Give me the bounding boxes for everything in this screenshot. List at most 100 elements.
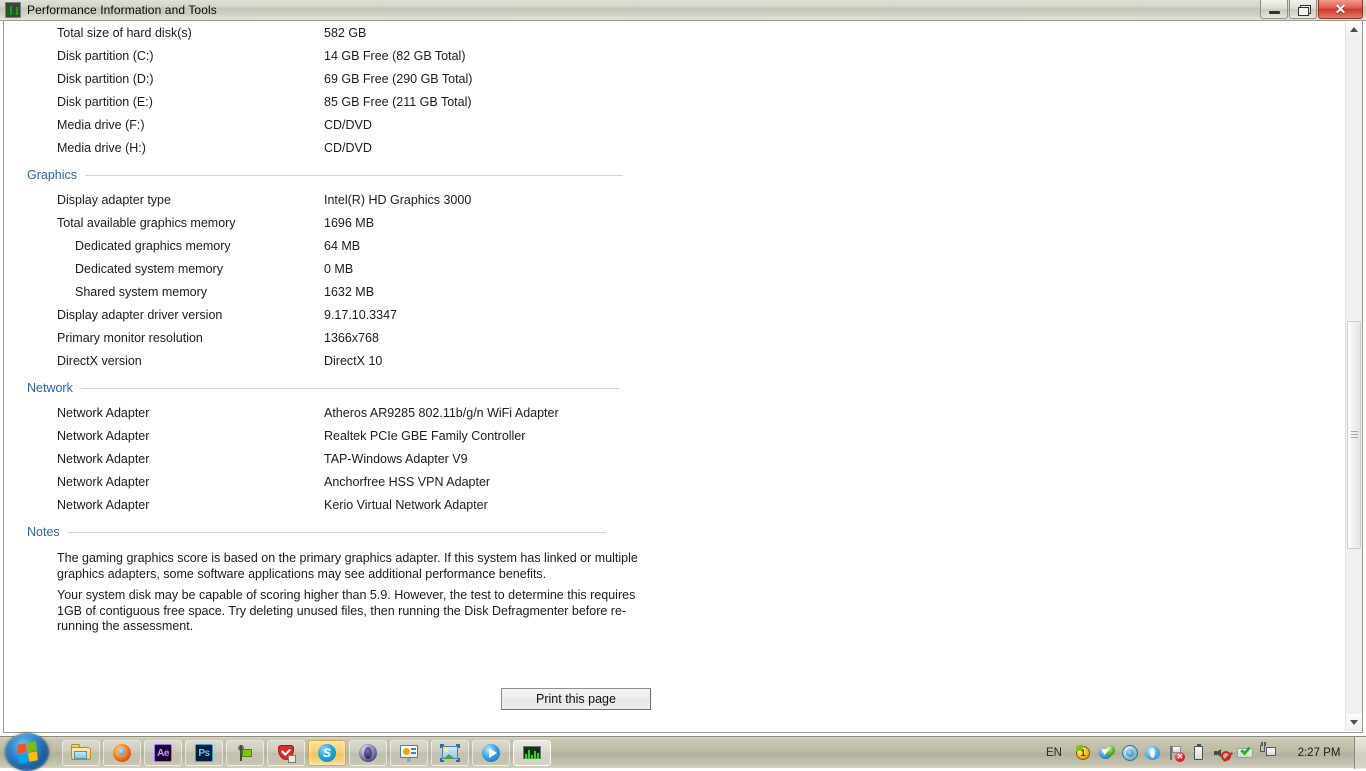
taskbar-item-windows-media-player[interactable] — [472, 740, 510, 766]
row-label: Shared system memory — [75, 284, 207, 299]
taskbar-item-presentation-app[interactable] — [390, 740, 428, 766]
restore-button[interactable] — [1289, 0, 1317, 19]
row-value: DirectX 10 — [324, 353, 383, 368]
network-rows-group: Network Adapter Atheros AR9285 802.11b/g… — [4, 401, 1345, 516]
close-button[interactable]: ✕ — [1318, 0, 1363, 19]
row-value: 1632 MB — [324, 284, 375, 299]
photoshop-icon: Ps — [194, 743, 214, 763]
row-label: Disk partition (E:) — [57, 94, 153, 109]
shield-icon — [276, 743, 296, 763]
section-title: Network — [27, 380, 73, 395]
taskbar-item-performance-information-and-tools[interactable] — [513, 740, 551, 766]
action-center-flag-icon[interactable]: ✕ — [1168, 745, 1185, 762]
taskbar: Ae Ps S EN 1 ✕ 2:27 PM — [0, 733, 1366, 771]
row-label: Network Adapter — [57, 451, 150, 466]
table-row: Total size of hard disk(s) 582 GB — [4, 21, 1345, 44]
section-divider — [67, 532, 606, 533]
disk-rows-group: Total size of hard disk(s) 582 GB Disk p… — [4, 21, 1345, 159]
table-row: Media drive (F:) CD/DVD — [4, 113, 1345, 136]
clock[interactable]: 2:27 PM — [1288, 747, 1350, 759]
table-row: DirectX version DirectX 10 — [4, 349, 1345, 372]
taskbar-item-windows-explorer[interactable] — [62, 740, 100, 766]
row-value: 1366x768 — [324, 330, 379, 345]
row-label: Dedicated system memory — [75, 261, 223, 276]
table-row: Total available graphics memory 1696 MB — [4, 211, 1345, 234]
section-title: Graphics — [27, 167, 78, 182]
network-connection-icon[interactable] — [1260, 742, 1276, 761]
windows-logo-icon — [16, 740, 38, 764]
taskbar-item-photo-viewer[interactable] — [431, 740, 469, 766]
row-value: 1696 MB — [324, 215, 375, 230]
graphics-rows-group: Display adapter type Intel(R) HD Graphic… — [4, 188, 1345, 372]
row-label: Media drive (F:) — [57, 117, 145, 132]
battery-icon[interactable] — [1191, 744, 1207, 761]
section-header-network: Network — [4, 374, 1345, 401]
vertical-scrollbar[interactable] — [1345, 21, 1362, 731]
antivirus-check-icon[interactable] — [1237, 744, 1253, 761]
table-row: Network Adapter TAP-Windows Adapter V9 — [4, 447, 1345, 470]
desktop-background: Performance Information and Tools ✕ Tota… — [0, 0, 1366, 771]
report-content: Total size of hard disk(s) 582 GB Disk p… — [4, 21, 1345, 710]
skype-label: S — [322, 746, 331, 760]
section-header-graphics: Graphics — [4, 161, 1345, 188]
section-divider — [85, 175, 624, 176]
restore-icon — [1297, 4, 1311, 16]
language-indicator[interactable]: EN — [1046, 747, 1062, 759]
download-manager-icon[interactable] — [1099, 745, 1115, 761]
performance-information-window: Performance Information and Tools ✕ Tota… — [0, 0, 1366, 736]
row-label: Disk partition (D:) — [57, 71, 154, 86]
opera-tray-icon[interactable] — [1145, 745, 1161, 761]
minimize-icon — [1268, 10, 1280, 14]
note-paragraph: The gaming graphics score is based on th… — [57, 551, 638, 581]
section-divider — [80, 388, 619, 389]
volume-muted-icon[interactable] — [1214, 745, 1231, 761]
action-center-alert-badge: ✕ — [1175, 752, 1185, 762]
row-value: CD/DVD — [324, 117, 372, 132]
row-label: Primary monitor resolution — [57, 330, 203, 345]
taskbar-item-opera-browser[interactable] — [349, 740, 387, 766]
performance-monitor-icon — [522, 743, 542, 763]
taskbar-item-mozilla-firefox[interactable] — [103, 740, 141, 766]
system-tray: EN 1 ✕ 2:27 PM — [1046, 737, 1366, 769]
taskbar-item-filezilla[interactable] — [226, 740, 264, 766]
minimize-button[interactable] — [1260, 0, 1288, 19]
taskbar-item-adobe-photoshop[interactable]: Ps — [185, 740, 223, 766]
blue-orb-icon[interactable] — [1122, 745, 1138, 761]
scroll-down-arrow-icon[interactable] — [1346, 714, 1362, 731]
scroll-up-arrow-icon[interactable] — [1346, 21, 1362, 38]
taskbar-item-security-shield[interactable] — [267, 740, 305, 766]
taskbar-item-adobe-after-effects[interactable]: Ae — [144, 740, 182, 766]
table-row: Network Adapter Realtek PCIe GBE Family … — [4, 424, 1345, 447]
row-label: Dedicated graphics memory — [75, 238, 231, 253]
table-row: Display adapter driver version 9.17.10.3… — [4, 303, 1345, 326]
table-row: Disk partition (C:) 14 GB Free (82 GB To… — [4, 44, 1345, 67]
table-row: Disk partition (D:) 69 GB Free (290 GB T… — [4, 67, 1345, 90]
folder-icon — [71, 743, 91, 763]
row-label: Network Adapter — [57, 497, 150, 512]
show-desktop-button[interactable] — [1354, 737, 1366, 769]
close-icon: ✕ — [1334, 1, 1347, 17]
row-value: Realtek PCIe GBE Family Controller — [324, 428, 526, 443]
print-this-page-button[interactable]: Print this page — [501, 687, 651, 710]
row-value: 0 MB — [324, 261, 354, 276]
skype-icon: S — [317, 743, 337, 763]
scroll-thumb[interactable] — [1347, 321, 1361, 549]
row-value: 85 GB Free (211 GB Total) — [324, 94, 472, 109]
row-value: Atheros AR9285 802.11b/g/n WiFi Adapter — [324, 405, 559, 420]
row-value: CD/DVD — [324, 140, 372, 155]
table-row: Disk partition (E:) 85 GB Free (211 GB T… — [4, 90, 1345, 113]
row-label: Network Adapter — [57, 474, 150, 489]
start-button[interactable] — [5, 733, 49, 771]
row-value: Kerio Virtual Network Adapter — [324, 497, 488, 512]
row-value: TAP-Windows Adapter V9 — [324, 451, 468, 466]
media-player-icon — [481, 743, 501, 763]
table-row: Dedicated graphics memory 64 MB — [4, 234, 1345, 257]
taskbar-item-skype[interactable]: S — [308, 740, 346, 766]
taskbar-buttons: Ae Ps S — [62, 739, 554, 767]
row-label: Disk partition (C:) — [57, 48, 154, 63]
table-row: Display adapter type Intel(R) HD Graphic… — [4, 188, 1345, 211]
row-value: 582 GB — [324, 25, 367, 40]
section-title: Notes — [27, 524, 60, 539]
notification-badge-icon[interactable]: 1 — [1076, 745, 1092, 761]
window-client-area: Total size of hard disk(s) 582 GB Disk p… — [3, 21, 1363, 733]
